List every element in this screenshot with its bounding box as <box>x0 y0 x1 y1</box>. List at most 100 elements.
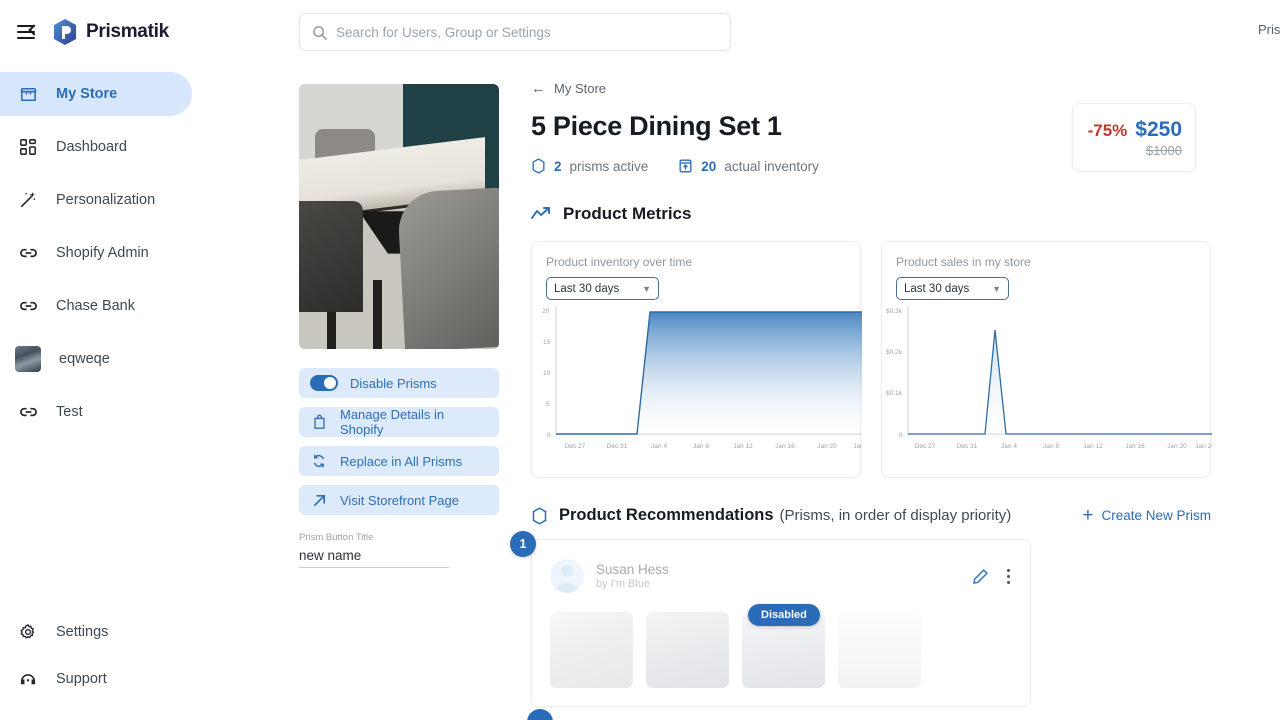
top-bar: Prismatik Pris <box>0 0 1280 64</box>
prism-card[interactable]: 1 Susan Hess by I'm Blue Disabled <box>510 531 1031 707</box>
prism-actions <box>972 567 1012 586</box>
xtick: Jan 20 <box>817 443 837 450</box>
prism-order-badge: 1 <box>510 531 536 557</box>
image-leg <box>373 280 382 349</box>
sidebar-item-eqweqe[interactable]: eqweqe <box>0 337 192 381</box>
sidebar: My Store Dashboard Personalization Shopi… <box>0 64 272 720</box>
sidebar-item-personalization[interactable]: Personalization <box>0 178 192 222</box>
arrow-up-right-icon <box>310 491 328 509</box>
xtick: Jan 12 <box>733 443 753 450</box>
ytick: 15 <box>543 339 551 346</box>
prism-button-title-field: Prism Button Title <box>299 532 449 568</box>
product-image <box>299 84 499 349</box>
sidebar-item-label: Chase Bank <box>56 298 135 314</box>
menu-toggle-icon[interactable] <box>17 24 40 40</box>
sidebar-item-label: Shopify Admin <box>56 245 149 261</box>
gear-icon <box>18 622 38 642</box>
sidebar-item-label: Dashboard <box>56 139 127 155</box>
prism-author: by I'm Blue <box>596 578 651 590</box>
xtick: Jan 24 <box>1195 443 1212 450</box>
inventory-icon <box>679 159 692 173</box>
ytick: $0.3k <box>886 308 903 315</box>
field-label: Prism Button Title <box>299 532 374 543</box>
sidebar-item-my-store[interactable]: My Store <box>0 72 192 116</box>
prismatik-logo-icon <box>54 19 76 45</box>
ytick: 5 <box>546 401 550 408</box>
product-left-column: Disable Prisms Manage Details in Shopify <box>299 84 499 568</box>
ytick: $0.1k <box>886 390 903 397</box>
action-label: Disable Prisms <box>350 375 437 391</box>
stat-value: 2 <box>554 158 562 174</box>
prism-order-badge-2 <box>527 709 553 720</box>
manage-details-in-shopify-button[interactable]: Manage Details in Shopify <box>299 407 499 437</box>
recommendations-header: Product Recommendations (Prisms, in orde… <box>531 506 1211 525</box>
xtick: Jan 8 <box>693 443 709 450</box>
xtick: Dec 31 <box>957 443 978 450</box>
main-content: ← My Store 5 Piece Dining Set 1 2 prisms… <box>510 80 1212 707</box>
ytick: 0 <box>899 432 903 439</box>
stat-value: 20 <box>701 158 717 174</box>
stat-actual-inventory: 20 actual inventory <box>678 158 819 174</box>
sales-chart-plot: $0.3k $0.2k $0.1k 0 Dec 27 Dec 31 Jan 4 <box>886 306 1212 450</box>
prism-button-title-input[interactable] <box>299 546 449 568</box>
create-new-prism-button[interactable]: + Create New Prism <box>1082 506 1211 525</box>
sidebar-item-label: Test <box>56 404 83 420</box>
sidebar-item-label: My Store <box>56 86 118 102</box>
bag-icon <box>310 413 328 431</box>
search-icon <box>313 25 327 40</box>
prism-thumbnail[interactable] <box>838 612 921 688</box>
sidebar-item-test[interactable]: Test <box>0 390 192 434</box>
link-icon <box>18 402 38 422</box>
action-label: Manage Details in Shopify <box>340 407 445 437</box>
xtick: Dec 31 <box>607 443 628 450</box>
wand-icon <box>18 190 38 210</box>
inventory-range-select[interactable]: Last 30 days ▼ <box>546 277 659 300</box>
create-label: Create New Prism <box>1101 508 1211 523</box>
store-icon <box>18 84 38 104</box>
ytick: 10 <box>543 370 551 377</box>
sidebar-item-chase-bank[interactable]: Chase Bank <box>0 284 192 328</box>
hexagon-icon <box>532 506 547 525</box>
app-root: Prismatik Pris My Store <box>0 0 1280 720</box>
sidebar-item-support[interactable]: Support <box>0 657 192 701</box>
inventory-chart-plot: 20 15 10 5 0 Dec 27 Dec 31 Jan 4 Jan 8 J… <box>542 306 862 450</box>
search-bar[interactable] <box>299 13 731 51</box>
replace-in-all-prisms-button[interactable]: Replace in All Prisms <box>299 446 499 476</box>
visit-storefront-page-button[interactable]: Visit Storefront Page <box>299 485 499 515</box>
sidebar-item-label: Settings <box>56 624 109 640</box>
prism-thumbnail[interactable] <box>646 612 729 688</box>
product-actions: Disable Prisms Manage Details in Shopify <box>299 368 499 515</box>
sales-range-select[interactable]: Last 30 days ▼ <box>896 277 1009 300</box>
chart-card-sales: Product sales in my store Last 30 days ▼… <box>881 241 1212 478</box>
pencil-icon[interactable] <box>972 568 989 585</box>
hexagon-icon <box>532 158 545 174</box>
metrics-heading: Product Metrics <box>563 204 692 223</box>
sidebar-item-dashboard[interactable]: Dashboard <box>0 125 192 169</box>
prism-thumbnails: Disabled <box>532 598 1030 706</box>
chart-card-inventory: Product inventory over time Last 30 days… <box>531 241 862 478</box>
xtick: Jan 12 <box>1083 443 1103 450</box>
stat-label: prisms active <box>569 158 649 174</box>
current-price: $250 <box>1135 117 1182 141</box>
disable-prisms-button[interactable]: Disable Prisms <box>299 368 499 398</box>
breadcrumb[interactable]: ← My Store <box>531 80 1211 97</box>
xtick: Dec 27 <box>915 443 936 450</box>
kebab-menu-icon[interactable] <box>1005 567 1012 586</box>
chevron-down-icon: ▼ <box>992 283 1001 294</box>
price-card: -75% $250 $1000 <box>1072 103 1196 172</box>
search-input[interactable] <box>336 24 718 40</box>
toggle-on-icon[interactable] <box>310 375 338 391</box>
range-value: Last 30 days <box>904 282 970 295</box>
prism-thumbnail[interactable] <box>550 612 633 688</box>
xtick: Jan 8 <box>1043 443 1059 450</box>
prism-identity: Susan Hess by I'm Blue <box>596 562 669 590</box>
xtick: Jan 20 <box>1167 443 1187 450</box>
image-chair-left <box>299 200 363 312</box>
sidebar-item-shopify-admin[interactable]: Shopify Admin <box>0 231 192 275</box>
xtick: Dec 27 <box>565 443 586 450</box>
lifebuoy-icon <box>18 669 38 689</box>
sidebar-item-settings[interactable]: Settings <box>0 610 192 654</box>
range-value: Last 30 days <box>554 282 620 295</box>
brand: Prismatik <box>52 18 169 46</box>
ytick: 20 <box>542 308 550 315</box>
